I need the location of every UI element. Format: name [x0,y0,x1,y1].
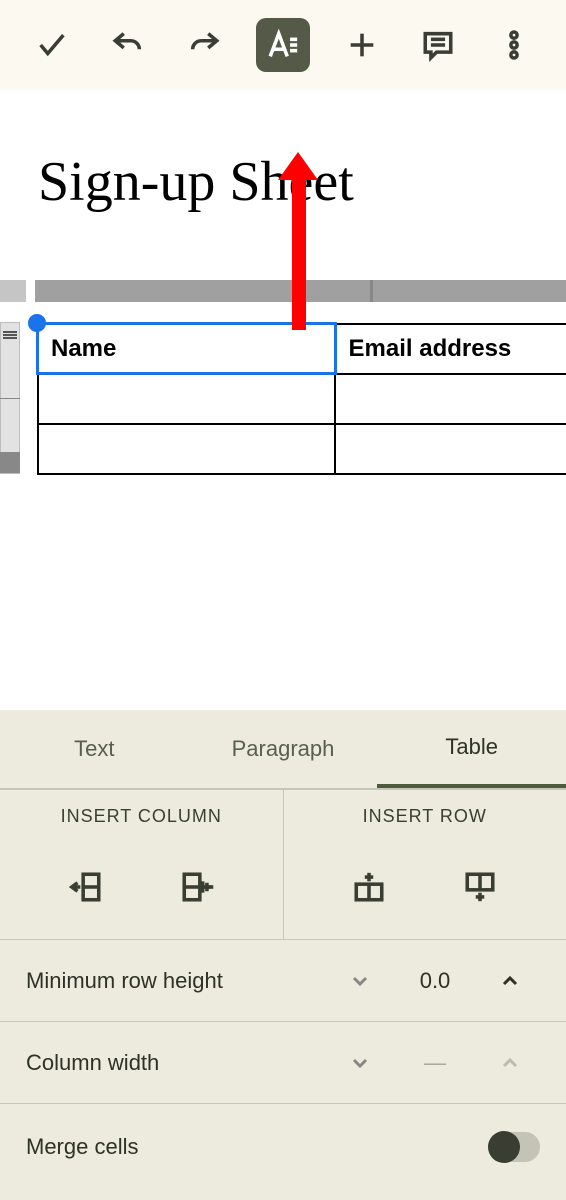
format-panel: Text Paragraph Table INSERT COLUMN INSER… [0,710,566,1200]
tab-table[interactable]: Table [377,710,566,788]
horizontal-ruler-marker [370,280,373,302]
document-area[interactable]: Sign-up Sheet Name Email address [0,90,566,710]
insert-button[interactable] [338,21,386,69]
column-width-label: Column width [26,1050,330,1076]
insert-row-above-button[interactable] [345,863,393,911]
cell-empty[interactable] [335,424,566,474]
row-height-value[interactable]: 0.0 [390,968,480,994]
column-width-setting: Column width — [0,1022,566,1104]
format-tabs: Text Paragraph Table [0,710,566,790]
insert-row-below-button[interactable] [456,863,504,911]
undo-button[interactable] [104,21,152,69]
signup-table[interactable]: Name Email address [36,322,566,475]
insert-column-label: INSERT COLUMN [0,790,283,834]
comment-button[interactable] [414,21,462,69]
vertical-ruler[interactable] [0,322,20,474]
cell-empty[interactable] [38,374,336,424]
format-button[interactable] [256,18,310,72]
cell-header-name[interactable]: Name [38,324,336,374]
table-row[interactable] [38,374,566,424]
row-height-increment[interactable] [480,969,540,993]
tab-paragraph[interactable]: Paragraph [189,710,378,788]
tab-text[interactable]: Text [0,710,189,788]
insert-column-right-button[interactable] [173,863,221,911]
column-width-value[interactable]: — [390,1050,480,1076]
insert-row-label: INSERT ROW [284,790,566,834]
horizontal-ruler-corner [0,280,26,302]
column-width-increment[interactable] [480,1051,540,1075]
merge-cells-toggle[interactable] [488,1132,540,1162]
cell-empty[interactable] [38,424,336,474]
accept-button[interactable] [28,21,76,69]
annotation-arrow [292,172,306,330]
insert-column-group: INSERT COLUMN [0,790,284,939]
redo-button[interactable] [180,21,228,69]
insert-row-group: INSERT ROW [284,790,566,939]
row-height-label: Minimum row height [26,968,330,994]
row-height-decrement[interactable] [330,969,390,993]
merge-cells-setting: Merge cells [0,1104,566,1190]
table-row[interactable]: Name Email address [38,324,566,374]
cell-empty[interactable] [335,374,566,424]
toggle-knob [488,1131,520,1163]
cell-header-email[interactable]: Email address [335,324,566,374]
table-row[interactable] [38,424,566,474]
insert-column-left-button[interactable] [62,863,110,911]
column-width-decrement[interactable] [330,1051,390,1075]
insert-section: INSERT COLUMN INSERT ROW [0,790,566,940]
row-height-setting: Minimum row height 0.0 [0,940,566,1022]
merge-cells-label: Merge cells [26,1134,488,1160]
top-toolbar [0,0,566,90]
more-button[interactable] [490,21,538,69]
